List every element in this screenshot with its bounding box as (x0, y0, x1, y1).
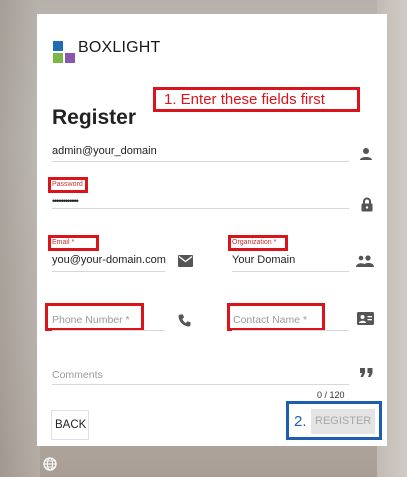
organization-label: Organization * (232, 239, 277, 246)
password-underline (52, 208, 349, 209)
email-underline (52, 271, 165, 272)
phone-underline (52, 330, 165, 331)
comments-counter: 0 / 120 (317, 390, 345, 400)
background-left (0, 0, 40, 477)
page-title: Register (52, 106, 137, 129)
phone-icon (178, 314, 191, 327)
back-button[interactable]: BACK (51, 410, 89, 440)
group-icon (356, 255, 374, 267)
annotation-step2-number: 2. (294, 413, 307, 430)
annotation-step2: 2. REGISTER (286, 401, 382, 440)
globe-icon[interactable] (43, 457, 57, 471)
register-card: BOXLIGHT Register 1. Enter these fields … (37, 14, 387, 446)
email-label: Email * (52, 239, 75, 246)
comments-underline (52, 384, 349, 385)
annotation-step1: 1. Enter these fields first (153, 87, 360, 112)
quote-icon (360, 368, 373, 377)
boxlight-logo: BOXLIGHT (53, 39, 161, 63)
password-field[interactable]: •••••••••••• (52, 196, 79, 206)
contact-underline (232, 330, 349, 331)
person-icon (360, 148, 372, 160)
comments-field[interactable]: Comments (52, 369, 103, 381)
envelope-icon (178, 255, 193, 267)
email-field[interactable]: you@your-domain.com (52, 254, 166, 266)
organization-underline (232, 271, 349, 272)
annotation-step1-text: 1. Enter these fields first (164, 91, 325, 108)
password-label: Password * (52, 181, 88, 188)
phone-field[interactable]: Phone Number * (52, 314, 130, 326)
username-underline (52, 161, 349, 162)
logo-text: BOXLIGHT (78, 39, 161, 56)
organization-field[interactable]: Your Domain (232, 254, 295, 266)
username-field[interactable]: admin@your_domain (52, 145, 157, 157)
contact-card-icon (357, 312, 374, 325)
contact-name-field[interactable]: Contact Name * (233, 314, 307, 326)
register-button[interactable]: REGISTER (311, 409, 375, 434)
lock-icon (361, 197, 373, 212)
logo-mark (53, 41, 75, 63)
